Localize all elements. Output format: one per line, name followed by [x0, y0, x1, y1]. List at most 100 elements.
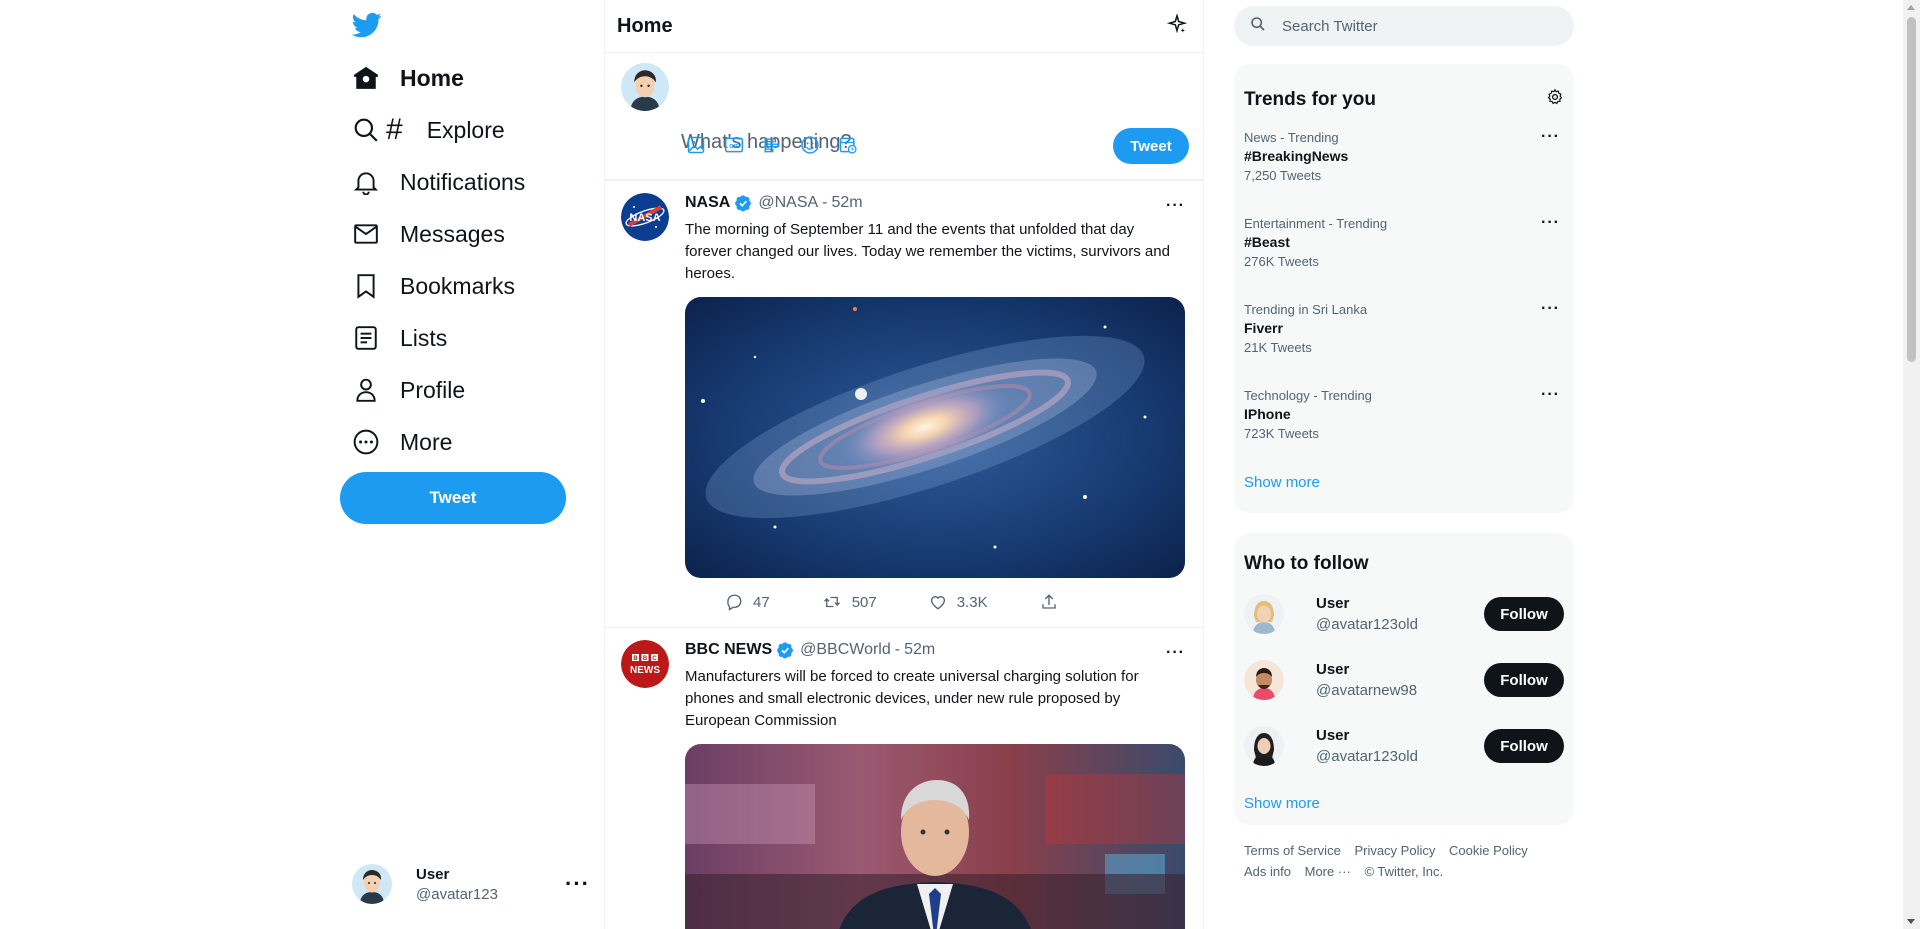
- search-icon: [1250, 16, 1266, 37]
- trend-name: #Beast: [1244, 234, 1290, 250]
- trend-item[interactable]: Technology - Trending IPhone 723K Tweets…: [1234, 374, 1574, 460]
- retweet-count: 507: [851, 593, 877, 611]
- reply-button[interactable]: 47: [725, 592, 770, 612]
- nav-item-home[interactable]: Home: [352, 56, 464, 100]
- share-button[interactable]: [1040, 592, 1068, 612]
- tweet-image-galaxy[interactable]: [685, 297, 1185, 578]
- twitter-logo-icon[interactable]: [351, 10, 382, 40]
- trends-header: Trends for you: [1234, 64, 1574, 116]
- tweet-separator: -: [822, 194, 828, 211]
- tweet-header: BBC NEWS @BBCWorld - 52m: [685, 640, 1185, 660]
- page-title: Home: [617, 14, 673, 37]
- tweet-header: NASA @NASA - 52m: [685, 193, 1185, 213]
- follow-suggestion[interactable]: User @avatar123old Follow: [1234, 713, 1574, 779]
- trend-more-icon[interactable]: ···: [1541, 300, 1560, 318]
- tweet-bbc[interactable]: B B C NEWS BBC NEWS @BBCWorld - 52m Manufac…: [605, 628, 1203, 929]
- sparkle-icon[interactable]: [1166, 12, 1188, 39]
- suggestion-names: User @avatarnew98: [1316, 661, 1484, 699]
- tweet-body: BBC NEWS @BBCWorld - 52m Manufacturers w…: [685, 628, 1185, 929]
- trend-item[interactable]: Trending in Sri Lanka Fiverr 21K Tweets …: [1234, 288, 1574, 374]
- settings-gear-icon[interactable]: [1546, 88, 1564, 112]
- trend-meta: Entertainment - Trending: [1244, 216, 1388, 231]
- nav-item-explore[interactable]: # Explore: [352, 108, 505, 152]
- poll-icon[interactable]: [761, 134, 783, 156]
- footer-link-more[interactable]: More ···: [1305, 864, 1351, 879]
- tweet-more-icon[interactable]: ···: [1166, 644, 1185, 662]
- more-circle-icon: [352, 428, 380, 456]
- tweet-author-name[interactable]: NASA: [685, 194, 730, 212]
- twitter-app: Home # Explore Notifications Messages Bo…: [0, 0, 1920, 929]
- home-icon: [352, 64, 380, 92]
- verified-badge-icon: [734, 194, 752, 212]
- left-sidebar: Home # Explore Notifications Messages Bo…: [340, 0, 604, 929]
- trend-more-icon[interactable]: ···: [1541, 214, 1560, 232]
- suggestion-avatar: [1244, 726, 1284, 766]
- trend-item[interactable]: News - Trending #BreakingNews 7,250 Twee…: [1234, 116, 1574, 202]
- search-input[interactable]: [1282, 17, 1542, 35]
- nav-label-messages: Messages: [400, 220, 505, 247]
- trend-item[interactable]: Entertainment - Trending #Beast 276K Twe…: [1234, 202, 1574, 288]
- nav-item-more[interactable]: More: [352, 420, 452, 464]
- nav-item-profile[interactable]: Profile: [352, 368, 465, 412]
- tweet-author-handle[interactable]: @BBCWorld: [800, 641, 891, 659]
- retweet-button[interactable]: 507: [822, 592, 877, 612]
- footer-link-terms[interactable]: Terms of Service: [1244, 843, 1341, 858]
- svg-text:B: B: [633, 656, 638, 662]
- tweet-button[interactable]: Tweet: [340, 472, 566, 524]
- like-button[interactable]: 3.3K: [929, 592, 988, 612]
- account-avatar: [352, 864, 392, 904]
- nav-item-lists[interactable]: Lists: [352, 316, 447, 360]
- tweet-nasa[interactable]: NASA NASA @NASA - 52m The morning of Sep…: [605, 181, 1203, 628]
- emoji-icon[interactable]: [799, 134, 821, 156]
- schedule-icon[interactable]: [837, 134, 859, 156]
- suggestion-name: User: [1316, 595, 1350, 612]
- suggestion-names: User @avatar123old: [1316, 595, 1484, 633]
- footer-link-cookies[interactable]: Cookie Policy: [1449, 843, 1528, 858]
- tweet-time[interactable]: 52m: [904, 641, 935, 659]
- account-switcher[interactable]: User @avatar123 ···: [352, 858, 590, 910]
- follow-suggestion[interactable]: User @avatarnew98 Follow: [1234, 647, 1574, 713]
- search-bar[interactable]: [1234, 6, 1574, 46]
- bookmark-icon: [352, 272, 380, 300]
- tweet-author-handle[interactable]: @NASA: [758, 194, 818, 212]
- trend-count: 7,250 Tweets: [1244, 168, 1322, 183]
- who-to-follow-panel: Who to follow User @avatar123old Follow …: [1234, 533, 1574, 825]
- scroll-down-arrow-icon[interactable]: [1907, 919, 1915, 924]
- follow-button[interactable]: Follow: [1484, 729, 1564, 763]
- tweet-time[interactable]: 52m: [831, 194, 862, 212]
- trends-panel: Trends for you News - Trending #Breaking…: [1234, 64, 1574, 513]
- who-to-follow-show-more[interactable]: Show more: [1234, 795, 1574, 812]
- reply-count: 47: [753, 593, 770, 611]
- gif-icon[interactable]: GIF: [723, 134, 745, 156]
- page-scrollbar[interactable]: [1903, 0, 1920, 929]
- scroll-up-arrow-icon[interactable]: [1907, 5, 1915, 10]
- svg-text:NEWS: NEWS: [630, 665, 660, 676]
- follow-button[interactable]: Follow: [1484, 597, 1564, 631]
- nav-label-lists: Lists: [400, 324, 448, 351]
- footer-link-privacy[interactable]: Privacy Policy: [1354, 843, 1435, 858]
- trend-name: #BreakingNews: [1244, 148, 1349, 164]
- suggestion-name: User: [1316, 661, 1350, 678]
- nav-item-notifications[interactable]: Notifications: [352, 160, 525, 204]
- image-icon[interactable]: [685, 134, 707, 156]
- tweet-author-name[interactable]: BBC NEWS: [685, 641, 772, 659]
- compose-tweet-button[interactable]: Tweet: [1113, 128, 1189, 164]
- tweet-text: The morning of September 11 and the even…: [685, 221, 1170, 282]
- nav-item-messages[interactable]: Messages: [352, 212, 505, 256]
- tweet-more-icon[interactable]: ···: [1166, 197, 1185, 215]
- footer-link-ads[interactable]: Ads info: [1244, 864, 1291, 879]
- scrollbar-thumb[interactable]: [1907, 17, 1916, 362]
- trend-meta: News - Trending: [1244, 130, 1339, 145]
- nasa-avatar: NASA: [621, 193, 669, 241]
- nav-label-profile: Profile: [400, 376, 466, 403]
- account-more-icon[interactable]: ···: [565, 871, 590, 897]
- trend-more-icon[interactable]: ···: [1541, 128, 1560, 146]
- trend-more-icon[interactable]: ···: [1541, 386, 1560, 404]
- trend-count: 21K Tweets: [1244, 340, 1312, 355]
- tweet-image-news-anchor[interactable]: [685, 744, 1185, 929]
- follow-button[interactable]: Follow: [1484, 663, 1564, 697]
- nav-item-bookmarks[interactable]: Bookmarks: [352, 264, 515, 308]
- follow-suggestion[interactable]: User @avatar123old Follow: [1234, 581, 1574, 647]
- reply-icon: [727, 594, 742, 611]
- trends-show-more[interactable]: Show more: [1234, 474, 1574, 491]
